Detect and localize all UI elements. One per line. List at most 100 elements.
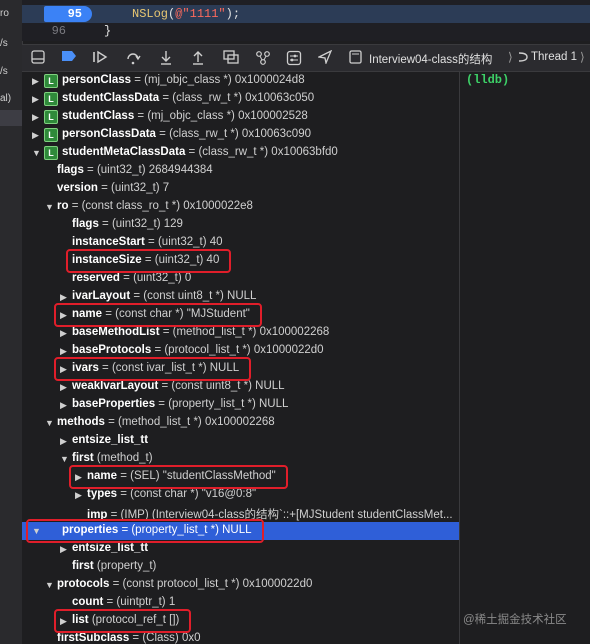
breakpoints-toggle-icon[interactable]	[61, 50, 77, 66]
variable-row[interactable]: ▼ protocols = (const protocol_list_t *) 0…	[22, 576, 459, 594]
variable-row[interactable]: ▶ LstudentClassData = (class_rw_t *) 0x10…	[22, 90, 459, 108]
variable-row[interactable]: ▶ ivars = (const ivar_list_t *) NULL	[22, 360, 459, 378]
variable-row[interactable]: ▶ LpersonClassData = (class_rw_t *) 0x100…	[22, 126, 459, 144]
watermark: @稀土掘金技术社区	[463, 614, 567, 626]
variable-value: = (class_rw_t *) 0x10063c050	[159, 92, 315, 104]
variable-row[interactable]: flags = (uint32_t) 129	[22, 216, 459, 234]
debug-console[interactable]: (lldb) @稀土掘金技术社区	[459, 72, 590, 644]
variable-row[interactable]: imp = (IMP) (Interview04-class的结构`::+[MJ…	[22, 504, 459, 522]
variable-row[interactable]: ▶ name = (SEL) "studentClassMethod"	[22, 468, 459, 486]
variable-text: types = (const char *) "v16@0:8"	[87, 488, 256, 500]
line-number-badge[interactable]: 95	[44, 6, 92, 22]
disclosure-collapsed-icon[interactable]: ▶	[60, 399, 68, 410]
line-number: 94	[22, 0, 66, 1]
disclosure-collapsed-icon[interactable]: ▶	[60, 381, 68, 392]
variable-row[interactable]: ▶ name = (const char *) "MJStudent"	[22, 306, 459, 324]
variable-row[interactable]: ▼ properties = (property_list_t *) NULL	[22, 522, 459, 540]
disclosure-collapsed-icon[interactable]: ▶	[60, 435, 68, 446]
disclosure-collapsed-icon[interactable]: ▶	[60, 327, 68, 338]
memory-graph-icon[interactable]	[255, 50, 271, 66]
variable-name: baseMethodList	[72, 326, 160, 338]
environment-overrides-icon[interactable]	[286, 50, 302, 66]
navigator-item[interactable]: ro	[0, 8, 22, 19]
disclosure-collapsed-icon[interactable]: ▶	[60, 615, 68, 626]
disclosure-collapsed-icon[interactable]: ▶	[60, 543, 68, 554]
navigator-selected-item[interactable]	[0, 110, 22, 126]
local-variable-badge-icon: L	[44, 74, 58, 88]
variable-row[interactable]: ▼ LstudentMetaClassData = (class_rw_t *) …	[22, 144, 459, 162]
view-hierarchy-icon[interactable]	[223, 50, 239, 66]
variable-row[interactable]: ▶ LstudentClass = (mj_objc_class *) 0x100…	[22, 108, 459, 126]
navigator-item[interactable]: /s	[0, 38, 22, 49]
code-text: NSLog(@"1111");	[132, 7, 240, 21]
continue-icon[interactable]	[92, 50, 108, 66]
variable-row[interactable]: firstSubclass = (Class) 0x0	[22, 630, 459, 644]
variable-row[interactable]: ▶ LpersonClass = (mj_objc_class *) 0x1000…	[22, 72, 459, 90]
disclosure-collapsed-icon[interactable]: ▶	[32, 75, 40, 86]
variable-row[interactable]: reserved = (uint32_t) 0	[22, 270, 459, 288]
variable-row[interactable]: ▶ types = (const char *) "v16@0:8"	[22, 486, 459, 504]
variable-row[interactable]: instanceSize = (uint32_t) 40	[22, 252, 459, 270]
variable-row[interactable]: version = (uint32_t) 7	[22, 180, 459, 198]
variable-text: instanceSize = (uint32_t) 40	[72, 254, 219, 266]
step-out-icon[interactable]	[190, 50, 206, 66]
variable-row[interactable]: instanceStart = (uint32_t) 40	[22, 234, 459, 252]
breadcrumb-thread[interactable]: Thread 1	[531, 51, 577, 63]
disclosure-collapsed-icon[interactable]: ▶	[32, 129, 40, 140]
disclosure-expanded-icon[interactable]: ▼	[32, 147, 41, 158]
disclosure-collapsed-icon[interactable]: ▶	[75, 471, 83, 482]
variable-row[interactable]: ▶ baseMethodList = (method_list_t *) 0x10…	[22, 324, 459, 342]
navigator-item[interactable]: /s	[0, 66, 22, 77]
variable-name: studentClass	[62, 110, 135, 122]
disclosure-expanded-icon[interactable]: ▼	[60, 453, 69, 464]
statement-end: );	[225, 7, 241, 21]
disclosure-expanded-icon[interactable]: ▼	[45, 417, 54, 428]
location-icon[interactable]	[316, 49, 333, 66]
breadcrumb-separator: ⟩	[508, 50, 513, 64]
lldb-prompt: (lldb)	[466, 73, 510, 87]
variable-row[interactable]: ▼ ro = (const class_ro_t *) 0x1000022e8	[22, 198, 459, 216]
disclosure-expanded-icon[interactable]: ▼	[45, 579, 54, 590]
variable-row[interactable]: ▼ methods = (method_list_t *) 0x100002268	[22, 414, 459, 432]
disclosure-expanded-icon[interactable]: ▼	[45, 201, 54, 212]
variable-name: first	[72, 560, 94, 572]
disclosure-collapsed-icon[interactable]: ▶	[60, 309, 68, 320]
hide-debug-area-icon[interactable]	[30, 50, 46, 66]
variable-row[interactable]: ▶ baseProperties = (property_list_t *) NU…	[22, 396, 459, 414]
variable-text: baseProperties = (property_list_t *) NUL…	[72, 398, 288, 410]
app-target-icon[interactable]	[347, 50, 363, 66]
navigator-item[interactable]: al)	[0, 93, 22, 104]
variable-row[interactable]: ▶ baseProtocols = (protocol_list_t *) 0x1…	[22, 342, 459, 360]
code-editor[interactable]: 94 95 NSLog(@"1111"); 96 }	[22, 0, 590, 41]
variables-view[interactable]: ▶ LpersonClass = (mj_objc_class *) 0x1000…	[22, 72, 459, 644]
line-number: 95	[67, 7, 82, 21]
variable-row[interactable]: ▶ weakIvarLayout = (const uint8_t *) NULL	[22, 378, 459, 396]
variable-row[interactable]: flags = (uint32_t) 2684944384	[22, 162, 459, 180]
disclosure-collapsed-icon[interactable]: ▶	[60, 363, 68, 374]
variable-value: = (Class) 0x0	[129, 632, 201, 644]
variable-name: first	[72, 452, 94, 464]
variable-row[interactable]: ▶ entsize_list_tt	[22, 540, 459, 558]
variable-row[interactable]: ▶ entsize_list_tt	[22, 432, 459, 450]
variable-value: = (protocol_list_t *) 0x1000022d0	[151, 344, 324, 356]
step-over-icon[interactable]	[125, 50, 141, 66]
variable-row[interactable]: ▼ first (method_t)	[22, 450, 459, 468]
variable-row[interactable]: count = (uintptr_t) 1	[22, 594, 459, 612]
code-line: 96 }	[22, 24, 590, 42]
disclosure-expanded-icon[interactable]: ▼	[32, 525, 41, 536]
variable-row[interactable]: ▶ list (protocol_ref_t [])	[22, 612, 459, 630]
variable-name: name	[87, 470, 118, 482]
disclosure-collapsed-icon[interactable]: ▶	[32, 111, 40, 122]
disclosure-collapsed-icon[interactable]: ▶	[60, 345, 68, 356]
variable-row[interactable]: first (property_t)	[22, 558, 459, 576]
disclosure-collapsed-icon[interactable]: ▶	[32, 93, 40, 104]
breadcrumb-target[interactable]: Interview04-class的结构	[369, 51, 492, 67]
step-into-icon[interactable]	[158, 50, 174, 66]
variable-text: entsize_list_tt	[72, 542, 148, 554]
variable-text: imp = (IMP) (Interview04-class的结构`::+[MJ…	[87, 506, 453, 522]
variable-text: list (protocol_ref_t [])	[72, 614, 179, 626]
disclosure-collapsed-icon[interactable]: ▶	[60, 291, 68, 302]
disclosure-collapsed-icon[interactable]: ▶	[75, 489, 83, 500]
variable-value: = (SEL) "studentClassMethod"	[117, 470, 276, 482]
variable-row[interactable]: ▶ ivarLayout = (const uint8_t *) NULL	[22, 288, 459, 306]
